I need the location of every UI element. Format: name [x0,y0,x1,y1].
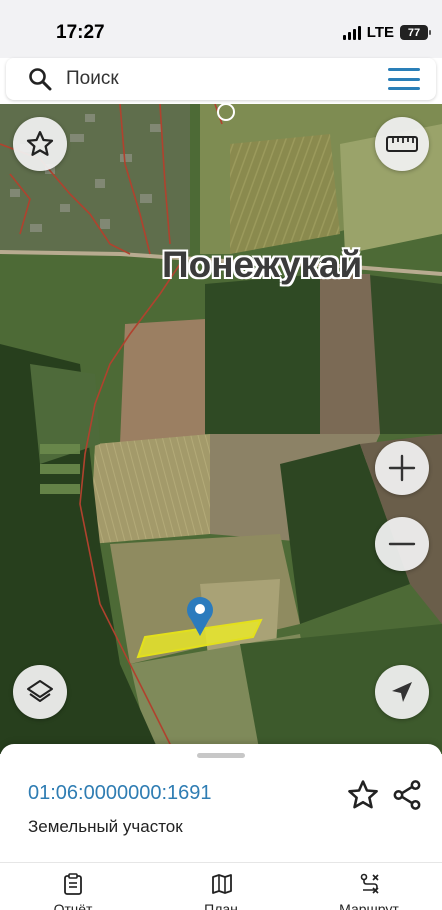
tab-route-label: Маршрут [339,901,399,910]
minus-icon [388,542,416,546]
layers-icon [27,680,53,702]
signal-icon [342,25,361,40]
status-indicators: LTE 77 [342,24,431,41]
favorite-star-icon[interactable] [346,778,380,812]
search-input[interactable] [66,66,366,92]
my-location-button[interactable] [375,665,429,719]
route-icon [360,873,379,894]
share-icon[interactable] [390,778,424,812]
status-time: 17:27 [56,22,105,43]
navigation-arrow-icon [392,682,412,702]
hamburger-menu-icon[interactable] [388,68,420,90]
satellite-map[interactable]: Понежукай Понежукай [0,104,442,754]
plus-icon [388,454,416,482]
battery-icon: 77 [400,25,431,40]
battery-level: 77 [407,26,421,39]
zoom-out-button[interactable] [375,517,429,571]
tab-plan-label: План [204,901,238,910]
star-icon [26,131,54,156]
zoom-in-button[interactable] [375,441,429,495]
parcel-info-sheet[interactable]: 01:06:0000000:1691 Земельный участок [0,744,442,862]
tab-report[interactable]: Отчёт [18,863,128,910]
map-plan-icon [212,874,232,894]
status-bar: 17:27 LTE 77 [0,0,442,58]
bottom-tab-bar: Отчёт План Маршрут [0,862,442,910]
tab-plan[interactable]: План [166,863,276,910]
network-type: LTE [366,24,394,41]
ruler-button[interactable] [375,117,429,171]
cadastral-number[interactable]: 01:06:0000000:1691 [28,782,212,805]
layers-button[interactable] [13,665,67,719]
tab-report-label: Отчёт [53,901,93,910]
place-label: Понежукай [162,244,363,285]
search-icon[interactable] [28,67,52,91]
map-imagery [0,104,442,754]
ruler-icon [386,136,418,152]
parcel-type: Земельный участок [28,817,183,836]
tab-route[interactable]: Маршрут [314,863,424,910]
sheet-grabber[interactable] [197,753,245,758]
search-bar [6,58,436,100]
favorite-button[interactable] [13,117,67,171]
report-icon [64,873,82,895]
